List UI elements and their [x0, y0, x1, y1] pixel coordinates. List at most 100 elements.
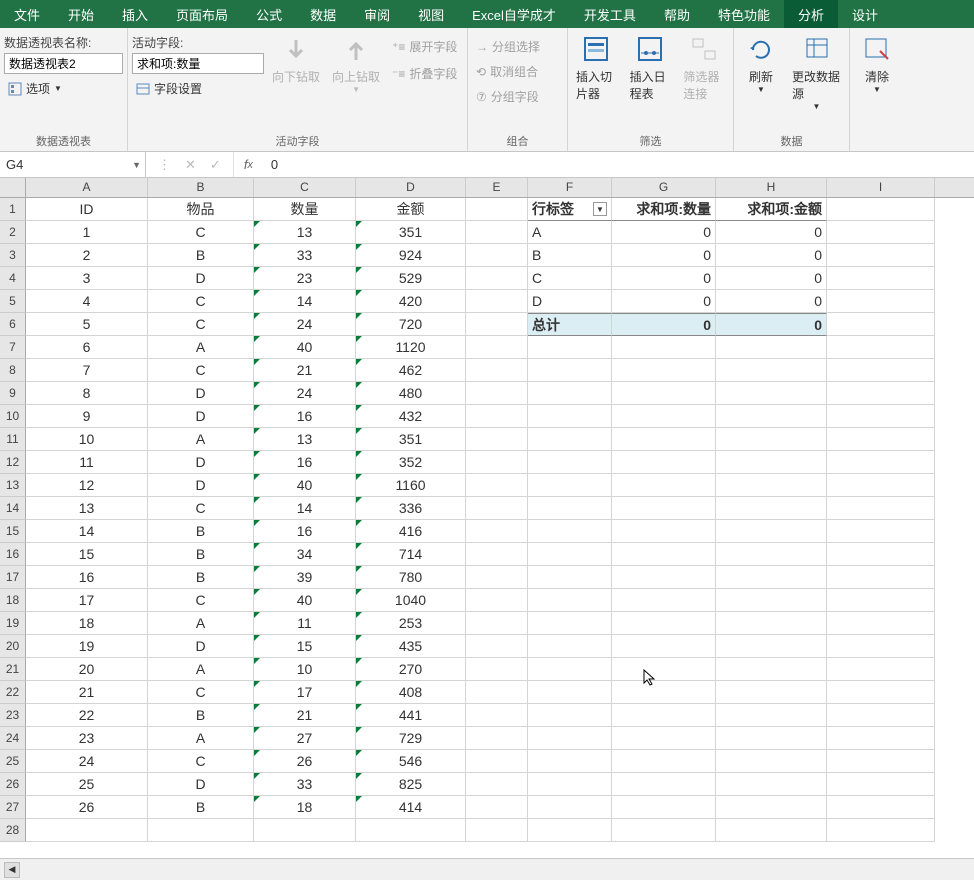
cell[interactable]: 15	[26, 543, 148, 566]
cell[interactable]	[827, 359, 935, 382]
cell[interactable]	[716, 704, 827, 727]
cell[interactable]: ID	[26, 198, 148, 221]
cell[interactable]	[716, 612, 827, 635]
cell[interactable]: 34	[254, 543, 356, 566]
cell[interactable]	[612, 750, 716, 773]
clear-button[interactable]: 清除 ▼	[854, 32, 900, 96]
cell[interactable]	[612, 658, 716, 681]
cell[interactable]: D	[148, 451, 254, 474]
cell[interactable]: 14	[254, 290, 356, 313]
column-header-G[interactable]: G	[612, 178, 716, 197]
cell[interactable]	[612, 589, 716, 612]
cell[interactable]: 21	[254, 359, 356, 382]
row-header[interactable]: 22	[0, 681, 26, 704]
cell[interactable]	[612, 474, 716, 497]
cell[interactable]	[466, 267, 528, 290]
cell[interactable]	[466, 474, 528, 497]
cell[interactable]: 行标签▼	[528, 198, 612, 221]
row-header[interactable]: 25	[0, 750, 26, 773]
cell[interactable]	[827, 589, 935, 612]
cell[interactable]	[827, 198, 935, 221]
ribbon-tab-特色功能[interactable]: 特色功能	[704, 0, 784, 28]
cell[interactable]	[612, 497, 716, 520]
cell[interactable]	[466, 198, 528, 221]
ribbon-tab-Excel自学成才[interactable]: Excel自学成才	[458, 0, 570, 28]
cell[interactable]: 1120	[356, 336, 466, 359]
cell[interactable]	[716, 359, 827, 382]
cell[interactable]	[827, 405, 935, 428]
refresh-button[interactable]: 刷新 ▼	[738, 32, 784, 96]
cell[interactable]	[466, 819, 528, 842]
cell[interactable]	[612, 796, 716, 819]
cell[interactable]	[612, 543, 716, 566]
cell[interactable]	[827, 819, 935, 842]
cell[interactable]	[716, 681, 827, 704]
collapse-field-button[interactable]: ⁻≡ 折叠字段	[388, 63, 461, 84]
row-header[interactable]: 26	[0, 773, 26, 796]
cell[interactable]	[827, 796, 935, 819]
cell[interactable]	[716, 819, 827, 842]
cell[interactable]	[466, 520, 528, 543]
cell[interactable]: 数量	[254, 198, 356, 221]
cell[interactable]: 420	[356, 290, 466, 313]
row-header[interactable]: 27	[0, 796, 26, 819]
row-header[interactable]: 16	[0, 543, 26, 566]
cell[interactable]: B	[148, 796, 254, 819]
cell[interactable]	[466, 704, 528, 727]
ribbon-tab-插入[interactable]: 插入	[108, 0, 162, 28]
cancel-icon[interactable]: ✕	[185, 157, 196, 173]
cell[interactable]: 33	[254, 244, 356, 267]
column-header-I[interactable]: I	[827, 178, 935, 197]
row-header[interactable]: 23	[0, 704, 26, 727]
cell[interactable]: 10	[254, 658, 356, 681]
group-field-button[interactable]: ⑦分组字段	[472, 86, 543, 107]
cell[interactable]: 336	[356, 497, 466, 520]
cell[interactable]	[827, 543, 935, 566]
cell[interactable]: C	[148, 750, 254, 773]
ribbon-tab-公式[interactable]: 公式	[242, 0, 296, 28]
cell[interactable]: 546	[356, 750, 466, 773]
cell[interactable]	[612, 336, 716, 359]
cell[interactable]: B	[148, 704, 254, 727]
cell[interactable]	[26, 819, 148, 842]
cell[interactable]	[827, 727, 935, 750]
cell[interactable]: 13	[254, 221, 356, 244]
cell[interactable]: C	[148, 290, 254, 313]
cell[interactable]	[466, 290, 528, 313]
cell[interactable]: 0	[716, 221, 827, 244]
cell[interactable]: 416	[356, 520, 466, 543]
cell[interactable]: C	[148, 221, 254, 244]
cell[interactable]	[466, 382, 528, 405]
cell[interactable]: 14	[26, 520, 148, 543]
cell[interactable]: 0	[716, 267, 827, 290]
cell[interactable]: 270	[356, 658, 466, 681]
cell[interactable]	[466, 221, 528, 244]
cell[interactable]: 19	[26, 635, 148, 658]
cell[interactable]: 26	[26, 796, 148, 819]
cell[interactable]	[612, 681, 716, 704]
cell[interactable]: 11	[26, 451, 148, 474]
cell[interactable]	[528, 635, 612, 658]
cell[interactable]: 33	[254, 773, 356, 796]
scroll-left-icon[interactable]: ◀	[4, 862, 20, 878]
cell[interactable]	[827, 704, 935, 727]
cell[interactable]: C	[148, 359, 254, 382]
cell[interactable]	[528, 497, 612, 520]
cell[interactable]: 39	[254, 566, 356, 589]
drill-down-button[interactable]: 向下钻取	[268, 32, 324, 87]
cell[interactable]: 1	[26, 221, 148, 244]
cell[interactable]	[716, 635, 827, 658]
cell[interactable]	[528, 543, 612, 566]
cell[interactable]	[528, 359, 612, 382]
cell[interactable]	[528, 750, 612, 773]
cell[interactable]	[612, 704, 716, 727]
cell[interactable]	[716, 796, 827, 819]
ribbon-tab-页面布局[interactable]: 页面布局	[162, 0, 242, 28]
cell[interactable]	[466, 451, 528, 474]
cell[interactable]	[612, 635, 716, 658]
cell[interactable]	[716, 405, 827, 428]
cell[interactable]: 求和项:金额	[716, 198, 827, 221]
cell[interactable]	[612, 727, 716, 750]
cell[interactable]: 7	[26, 359, 148, 382]
row-header[interactable]: 24	[0, 727, 26, 750]
